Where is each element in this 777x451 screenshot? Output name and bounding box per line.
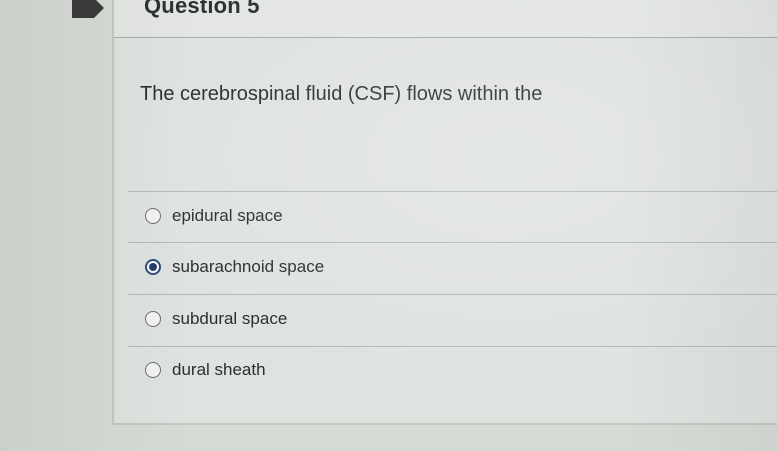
answer-label: dural sheath: [172, 360, 266, 379]
radio-button[interactable]: [145, 362, 161, 378]
answer-option-dural-sheath[interactable]: dural sheath: [145, 358, 266, 382]
radio-button[interactable]: [145, 208, 161, 224]
answer-option-subdural-space[interactable]: subdural space: [145, 307, 287, 331]
question-title: Question 5: [144, 0, 260, 18]
divider: [128, 242, 777, 243]
radio-button[interactable]: [145, 311, 161, 327]
answer-option-epidural-space[interactable]: epidural space: [145, 204, 283, 228]
flag-icon[interactable]: [72, 0, 104, 18]
answer-option-subarachnoid-space[interactable]: subarachnoid space: [145, 255, 324, 279]
divider: [128, 346, 777, 347]
divider: [128, 294, 777, 295]
divider: [128, 191, 777, 192]
answer-label: epidural space: [172, 206, 283, 225]
answer-label: subdural space: [172, 309, 288, 328]
radio-button-selected[interactable]: [145, 259, 161, 275]
answer-label: subarachnoid space: [172, 257, 325, 276]
question-text: The cerebrospinal fluid (CSF) flows with…: [140, 83, 543, 105]
question-header: Question 5: [114, 0, 777, 38]
